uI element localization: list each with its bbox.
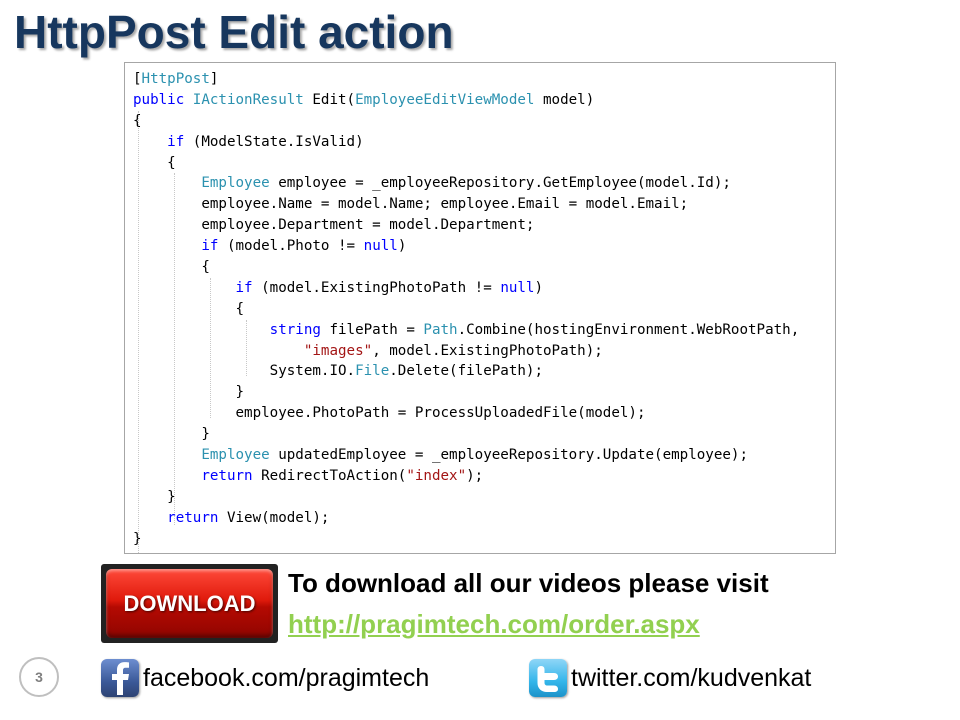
code-token: .Delete(filePath); (389, 363, 544, 380)
code-line: Employee employee = _employeeRepository.… (133, 173, 799, 194)
code-token: employee = _employeeRepository.GetEmploy… (269, 175, 731, 192)
code-line: } (133, 529, 799, 550)
code-token: employee.Name = model.Name; employee.Ema… (133, 196, 689, 213)
code-token: string (269, 321, 321, 338)
code-token: (ModelState.IsValid) (184, 133, 364, 150)
code-line: { (133, 153, 799, 174)
code-token: return (201, 467, 253, 484)
code-token: } (133, 530, 142, 547)
code-line: if (ModelState.IsValid) (133, 132, 799, 153)
download-button[interactable]: DOWNLOAD (101, 564, 278, 643)
code-token: filePath = (320, 321, 424, 338)
twitter-icon (529, 659, 567, 697)
code-line: employee.PhotoPath = ProcessUploadedFile… (133, 403, 799, 424)
code-token: { (133, 112, 142, 129)
code-line: return RedirectToAction("index"); (133, 466, 799, 487)
code-token: { (133, 300, 245, 317)
code-token: null (363, 238, 398, 255)
code-line: [HttpPost] (133, 69, 799, 90)
code-block: [HttpPost] public IActionResult Edit(Empl… (133, 69, 799, 549)
code-line: public IActionResult Edit(EmployeeEditVi… (133, 90, 799, 111)
order-link[interactable]: http://pragimtech.com/order.aspx (288, 607, 700, 641)
code-token: HttpPost (141, 71, 210, 87)
code-token: .Combine(hostingEnvironment.WebRootPath, (457, 321, 800, 338)
code-token: updatedEmployee = _employeeRepository.Up… (269, 447, 749, 464)
code-token: if (201, 238, 219, 255)
code-token: , model.ExistingPhotoPath); (372, 342, 603, 359)
code-line: if (model.ExistingPhotoPath != null) (133, 278, 799, 299)
code-token: (model.Photo != (218, 238, 364, 255)
code-line: Employee updatedEmployee = _employeeRepo… (133, 445, 799, 466)
slide-title: HttpPost Edit action (14, 6, 454, 58)
code-line: "images", model.ExistingPhotoPath); (133, 341, 799, 362)
code-token: return (167, 509, 219, 526)
code-token: Employee (201, 447, 270, 464)
code-token: public (133, 91, 185, 108)
code-line: if (model.Photo != null) (133, 236, 799, 257)
code-line: employee.Name = model.Name; employee.Ema… (133, 194, 799, 215)
code-token: ] (209, 71, 219, 87)
facebook-icon (101, 659, 139, 697)
code-token: ); (466, 467, 484, 484)
code-token: employee.PhotoPath = ProcessUploadedFile… (133, 405, 646, 422)
facebook-text: facebook.com/pragimtech (143, 663, 430, 692)
twitter-text: twitter.com/kudvenkat (571, 663, 812, 692)
code-token: Edit( (303, 91, 356, 108)
code-token: } (133, 488, 176, 505)
code-line: } (133, 487, 799, 508)
download-button-face: DOWNLOAD (106, 569, 273, 638)
code-token: ) (534, 279, 544, 296)
code-token: RedirectToAction( (252, 467, 407, 484)
code-token: System.IO. (133, 363, 356, 380)
code-token: (model.ExistingPhotoPath != (252, 279, 501, 296)
code-token: model) (534, 91, 595, 108)
code-token: employee.Department = model.Department; (133, 217, 535, 234)
code-token: null (500, 279, 535, 296)
facebook-link[interactable]: facebook.com/pragimtech (101, 658, 429, 698)
code-line: employee.Department = model.Department; (133, 215, 799, 236)
code-token: if (167, 133, 185, 150)
code-panel: [HttpPost] public IActionResult Edit(Empl… (124, 62, 836, 554)
code-token: } (133, 426, 210, 443)
code-token: } (133, 384, 245, 401)
code-line: } (133, 424, 799, 445)
code-token: "index" (406, 467, 467, 484)
code-line: { (133, 257, 799, 278)
code-token: { (133, 154, 176, 171)
code-line: string filePath = Path.Combine(hostingEn… (133, 320, 800, 341)
code-token: Path (423, 321, 458, 338)
twitter-link[interactable]: twitter.com/kudvenkat (529, 658, 811, 698)
slide-number: 3 (19, 657, 59, 697)
code-line: System.IO.File.Delete(filePath); (133, 361, 799, 382)
code-token: ) (397, 238, 407, 255)
code-token: EmployeeEditViewModel (355, 91, 535, 108)
download-button-label: DOWNLOAD (123, 590, 256, 616)
code-token: File (355, 363, 390, 380)
code-token: "images" (303, 342, 373, 359)
code-line: return View(model); (133, 508, 799, 529)
code-token: if (235, 279, 253, 296)
download-promo-text: To download all our videos please visit (288, 568, 769, 598)
code-token: Employee (201, 175, 270, 192)
code-token: [ (133, 71, 142, 87)
code-token: { (133, 259, 210, 276)
code-line: } (133, 382, 799, 403)
code-line: { (133, 111, 799, 132)
code-token: IActionResult (192, 91, 304, 108)
code-line: { (133, 299, 799, 320)
code-token: View(model); (218, 509, 330, 526)
